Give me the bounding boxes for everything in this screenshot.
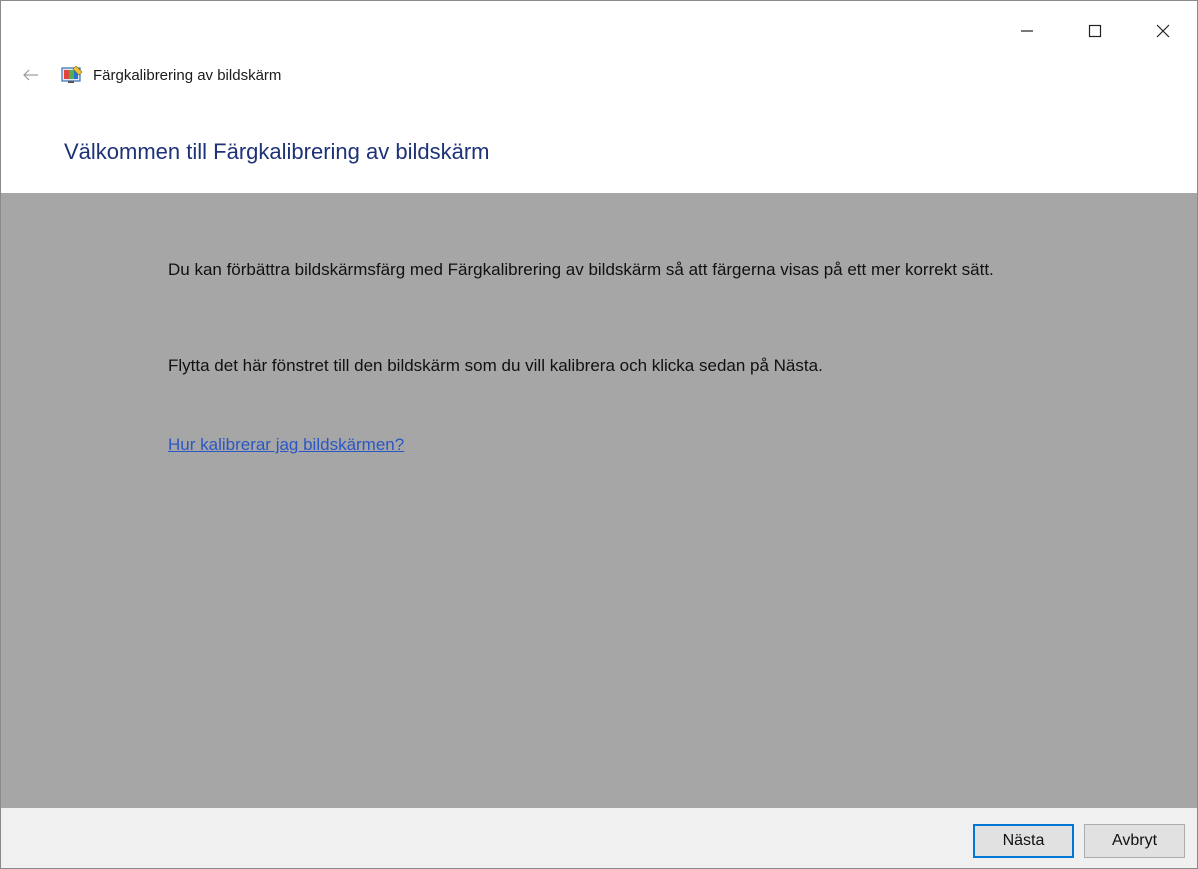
maximize-icon xyxy=(1088,24,1102,38)
caption-buttons xyxy=(993,1,1197,61)
back-button[interactable] xyxy=(11,69,51,81)
cancel-button[interactable]: Avbryt xyxy=(1084,824,1185,858)
back-arrow-icon xyxy=(23,69,38,81)
maximize-button[interactable] xyxy=(1061,1,1129,61)
page-title: Välkommen till Färgkalibrering av bildsk… xyxy=(64,139,490,164)
help-link[interactable]: Hur kalibrerar jag bildskärmen? xyxy=(168,435,404,455)
close-icon xyxy=(1156,24,1170,38)
header-row: Färgkalibrering av bildskärm xyxy=(1,53,601,97)
instruction-paragraph: Flytta det här fönstret till den bildskä… xyxy=(168,356,823,375)
color-calibration-icon xyxy=(61,65,83,83)
minimize-button[interactable] xyxy=(993,1,1061,61)
calibration-window: Färgkalibrering av bildskärm Välkommen t… xyxy=(0,0,1198,869)
content-area: Du kan förbättra bildskärmsfärg med Färg… xyxy=(1,193,1197,808)
intro-paragraph: Du kan förbättra bildskärmsfärg med Färg… xyxy=(168,260,994,279)
next-button[interactable]: Nästa xyxy=(973,824,1074,858)
close-button[interactable] xyxy=(1129,1,1197,61)
minimize-icon xyxy=(1021,30,1033,32)
footer-bar: Nästa Avbryt xyxy=(1,808,1197,868)
window-title: Färgkalibrering av bildskärm xyxy=(93,66,282,84)
